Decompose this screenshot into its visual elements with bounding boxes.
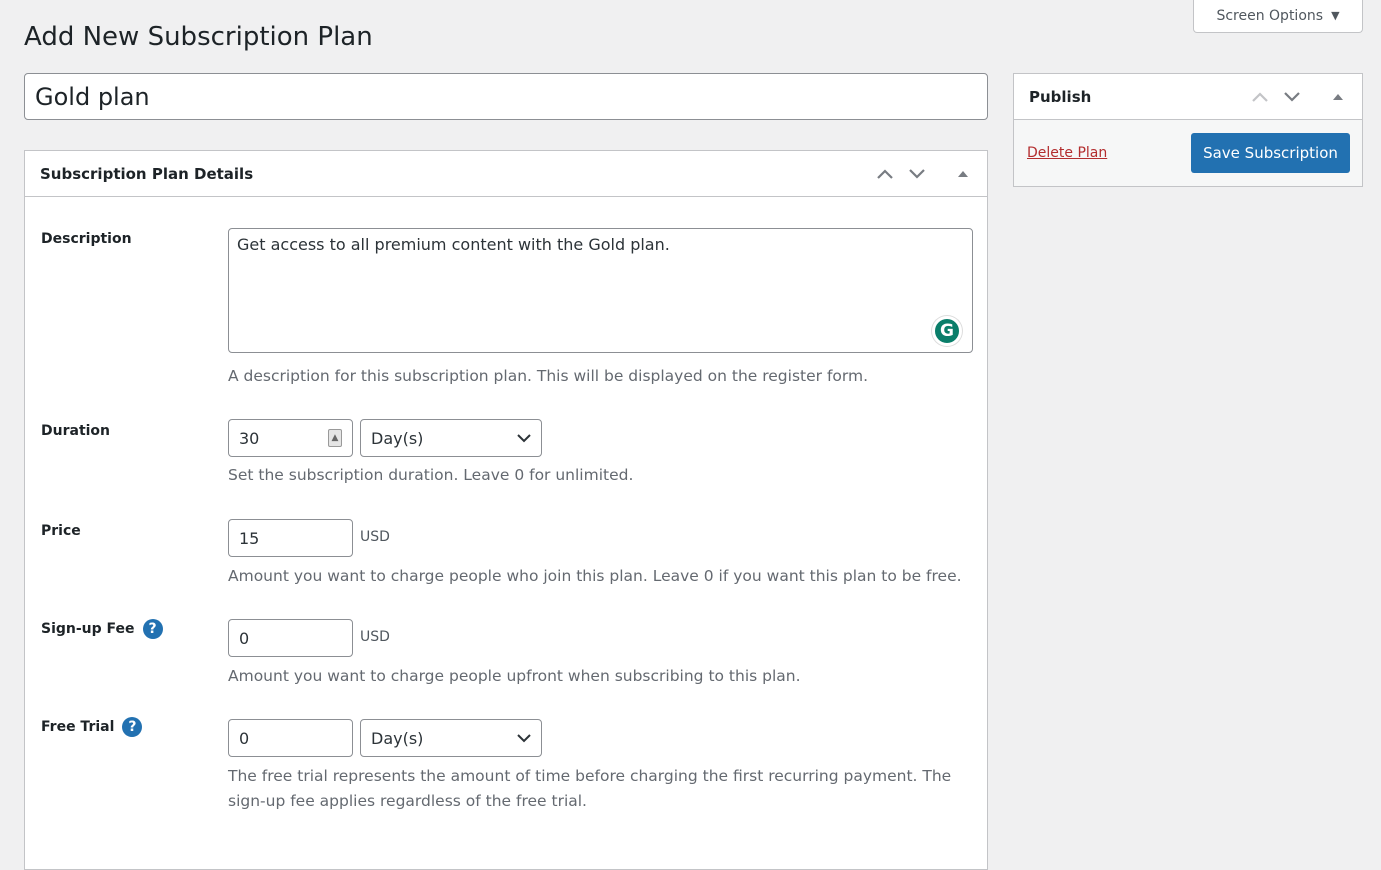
free-trial-unit-value: Day(s) [371, 728, 424, 748]
free-trial-input[interactable]: 0 [228, 719, 353, 757]
free-trial-unit-select[interactable]: Day(s) [360, 719, 542, 757]
price-help: Amount you want to charge people who joi… [228, 567, 962, 585]
save-subscription-button[interactable]: Save Subscription [1191, 133, 1350, 173]
screen-options-label: Screen Options [1216, 7, 1324, 24]
chevron-down-icon [517, 734, 531, 743]
grammarly-icon[interactable]: G [932, 316, 962, 346]
box-title: Publish [1029, 87, 1092, 106]
help-icon[interactable]: ? [122, 717, 143, 737]
move-down-icon[interactable] [908, 165, 926, 183]
signup-fee-input[interactable]: 0 [228, 619, 353, 657]
plan-name-input[interactable] [24, 73, 988, 120]
price-value: 15 [239, 528, 260, 548]
description-value: Get access to all premium content with t… [237, 235, 670, 254]
description-textarea[interactable]: Get access to all premium content with t… [228, 228, 973, 353]
subscription-plan-details-box: Subscription Plan Details Description Ge… [24, 150, 988, 870]
move-up-icon[interactable] [1251, 88, 1269, 106]
price-input[interactable]: 15 [228, 519, 353, 557]
duration-help: Set the subscription duration. Leave 0 f… [228, 466, 634, 484]
duration-label: Duration [41, 423, 111, 439]
box-title: Subscription Plan Details [40, 164, 254, 183]
free-trial-help: The free trial represents the amount of … [228, 767, 952, 810]
description-help: A description for this subscription plan… [228, 367, 869, 385]
move-up-icon[interactable] [876, 165, 894, 183]
free-trial-label: Free Trial? [41, 717, 143, 737]
price-currency: USD [360, 529, 390, 545]
duration-value: 30 [239, 428, 260, 448]
signup-fee-label-text: Sign-up Fee [41, 621, 135, 637]
move-down-icon[interactable] [1283, 88, 1301, 106]
screen-options-button[interactable]: Screen Options ▼ [1193, 0, 1363, 33]
signup-fee-currency: USD [360, 629, 390, 645]
duration-input[interactable]: 30 ▲ [228, 419, 353, 457]
page-title: Add New Subscription Plan [24, 22, 373, 52]
signup-fee-help: Amount you want to charge people upfront… [228, 667, 801, 685]
publish-box: Publish Delete Plan Save Subscription [1013, 73, 1363, 187]
free-trial-value: 0 [239, 728, 250, 748]
help-icon[interactable]: ? [142, 619, 163, 639]
duration-unit-select[interactable]: Day(s) [360, 419, 542, 457]
collapse-toggle-icon[interactable] [954, 165, 972, 183]
signup-fee-value: 0 [239, 628, 250, 648]
chevron-down-icon [517, 434, 531, 443]
spinner-icon[interactable]: ▲ [328, 429, 342, 447]
price-label: Price [41, 523, 81, 539]
delete-plan-link[interactable]: Delete Plan [1027, 145, 1107, 161]
collapse-toggle-icon[interactable] [1329, 88, 1347, 106]
signup-fee-label: Sign-up Fee? [41, 619, 163, 639]
caret-down-icon: ▼ [1331, 9, 1340, 22]
free-trial-label-text: Free Trial [41, 719, 115, 735]
duration-unit-value: Day(s) [371, 428, 424, 448]
description-label: Description [41, 231, 132, 247]
